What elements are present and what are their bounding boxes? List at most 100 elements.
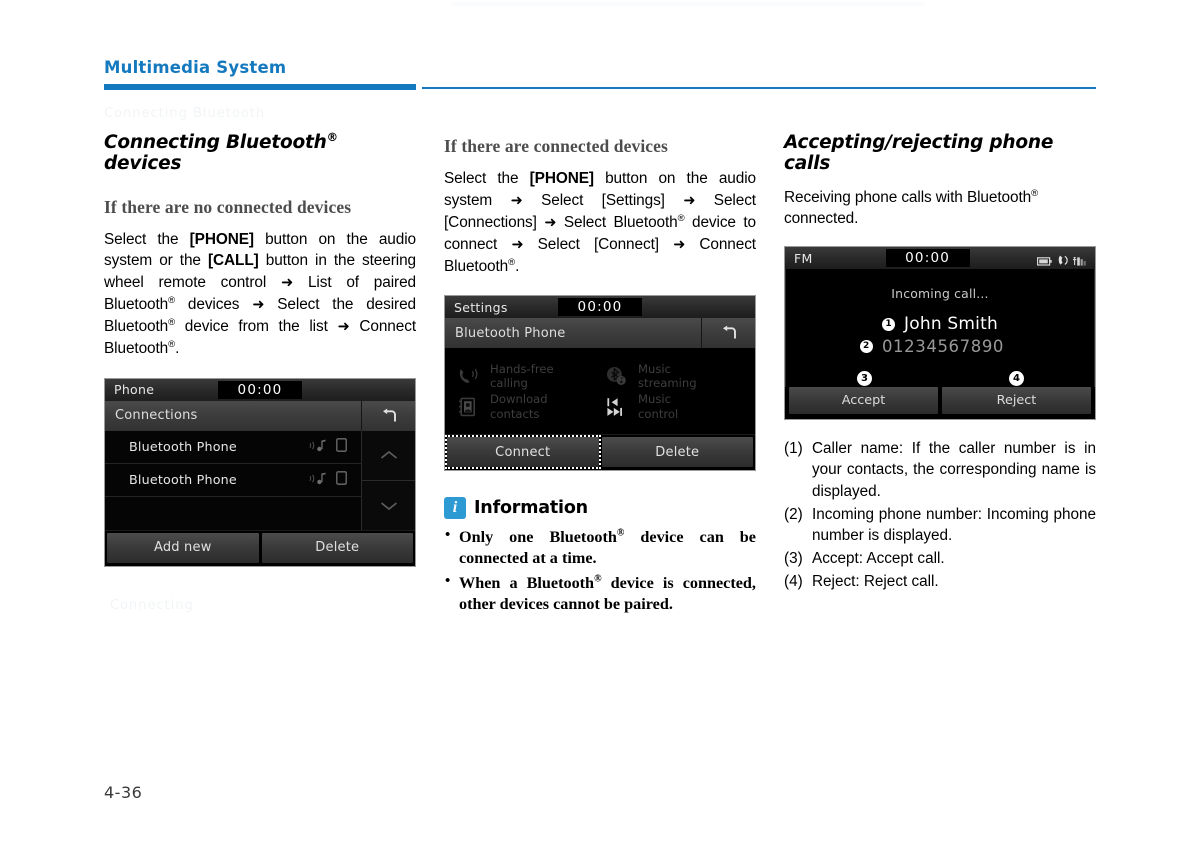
legend-text: Accept: Accept call. <box>812 549 945 567</box>
feature-label-line1: Download <box>490 392 548 407</box>
registered-mark: ® <box>677 212 685 224</box>
list-item-label: Bluetooth Phone <box>129 439 237 455</box>
list-item-icons <box>309 470 361 489</box>
legend-marker: (1) <box>784 440 803 458</box>
info-icon: i <box>444 497 466 520</box>
bluetooth-feature-grid: Hands-free calling Music streaming Downl… <box>445 348 755 435</box>
arrow-icon: ➜ <box>252 296 265 314</box>
list-item: (2) Incoming phone number: Incoming phon… <box>784 504 1096 546</box>
section-title-suffix: devices <box>104 153 182 175</box>
arrow-icon: ➜ <box>337 318 350 336</box>
page-number: 4-36 <box>104 783 143 802</box>
section-title-connecting-bluetooth: Connecting Bluetooth® devices <box>104 131 416 175</box>
chevron-down-icon[interactable] <box>362 481 415 530</box>
legend-text: Reject: Reject call. <box>812 572 939 590</box>
manual-page: Multimedia System Connecting Bluetooth C… <box>0 0 1200 861</box>
text-run: Only one Bluetooth <box>459 528 617 547</box>
list-item[interactable] <box>105 496 361 530</box>
phone-handset-icon <box>1057 251 1068 270</box>
device-icon <box>336 470 347 489</box>
column-left: Connecting Bluetooth® devices If there a… <box>104 131 416 567</box>
feature-download-contacts: Download contacts <box>455 392 603 421</box>
delete-button[interactable]: Delete <box>261 532 413 563</box>
feature-label-line1: Music <box>638 392 671 407</box>
arrow-icon: ➜ <box>280 274 294 292</box>
contacts-download-icon <box>455 397 481 417</box>
list-item[interactable]: Bluetooth Phone <box>105 463 361 497</box>
list-item: (3) Accept: Accept call. <box>784 548 1096 569</box>
paragraph-receiving-calls: Receiving phone calls with Bluetooth® co… <box>784 187 1096 231</box>
device-button-bar: Add new Delete <box>105 529 415 566</box>
callout-marker-2: 2 <box>859 340 873 354</box>
key-call-button: [CALL] <box>207 252 259 270</box>
text-run: Select the <box>444 170 530 187</box>
arrow-icon: ➜ <box>544 213 557 231</box>
device-button-bar: Connect Delete <box>445 434 755 471</box>
call-status-text: Incoming call... <box>891 286 989 302</box>
paragraph-no-connected-devices: Select the [PHONE] button on the audio s… <box>104 229 416 360</box>
list-scrollbar[interactable] <box>362 430 415 530</box>
text-run: Select [Settings] <box>522 191 684 209</box>
device-icon <box>336 437 347 456</box>
device-mode-label: Settings <box>454 299 508 315</box>
add-new-button[interactable]: Add new <box>107 532 259 563</box>
text-run: Select [Connect] <box>523 235 674 253</box>
list-item-label: Bluetooth Phone <box>129 472 237 488</box>
signal-bars-icon <box>1072 251 1088 270</box>
feature-label-line2: control <box>638 406 679 421</box>
back-arrow-icon[interactable] <box>702 318 755 349</box>
callout-marker-1: 1 <box>882 317 896 331</box>
scan-artifact <box>452 2 924 6</box>
section-title-accepting-rejecting: Accepting/rejecting phone calls <box>784 132 1054 175</box>
delete-button[interactable]: Delete <box>601 437 753 468</box>
caller-name: John Smith <box>904 314 998 335</box>
arrow-icon: ➜ <box>510 191 523 209</box>
device-screen-title: Connections <box>105 400 362 431</box>
legend-marker: (2) <box>784 505 803 523</box>
connections-list: Bluetooth Phone Bluetooth Phone <box>105 430 362 530</box>
back-arrow-icon[interactable] <box>362 400 415 431</box>
caller-name-row: 1 John Smith <box>786 314 1094 334</box>
feature-label-line2: calling <box>490 376 528 391</box>
page-running-title: Multimedia System <box>104 58 287 77</box>
list-item-icons <box>309 437 361 456</box>
list-item: Only one Bluetooth® device can be connec… <box>444 526 756 569</box>
feature-label-line1: Music <box>638 362 671 377</box>
device-status-icons <box>1037 251 1088 270</box>
chevron-up-icon[interactable] <box>362 431 415 481</box>
list-item[interactable]: Bluetooth Phone <box>105 430 361 464</box>
section-title-text: Connecting Bluetooth <box>104 132 327 153</box>
feature-label-line1: Hands-free <box>490 362 554 377</box>
feature-label-line2: contacts <box>490 406 540 421</box>
header-rule-line <box>422 87 1096 89</box>
list-item: When a Bluetooth® device is connected, o… <box>444 571 756 615</box>
bluetooth-music-icon <box>603 366 629 386</box>
device-clock: 00:00 <box>218 380 302 399</box>
caller-number: 01234567890 <box>881 337 1005 357</box>
connect-button[interactable]: Connect <box>445 435 600 470</box>
key-phone-button: [PHONE] <box>529 170 594 187</box>
text-run: . <box>515 257 520 275</box>
text-run: device from the list <box>175 318 338 336</box>
ghost-text-top: Connecting Bluetooth <box>104 106 266 121</box>
track-skip-icon <box>603 396 629 418</box>
legend-text: Caller name: If the caller number is in … <box>812 440 1096 500</box>
feature-label: Download contacts <box>490 392 548 420</box>
device-status-bar: FM 00:00 <box>785 247 1095 270</box>
feature-music-streaming: Music streaming <box>603 362 751 390</box>
subheading-connected-devices: If there are connected devices <box>444 136 668 156</box>
text-run: connected. <box>784 210 859 228</box>
device-list-area: Bluetooth Phone Bluetooth Phone <box>105 430 415 530</box>
accept-call-button[interactable]: Accept <box>789 387 938 415</box>
feature-hands-free-calling: Hands-free calling <box>455 362 603 390</box>
device-clock: 00:00 <box>885 249 970 268</box>
reject-call-button[interactable]: Reject <box>942 387 1091 415</box>
text-run: Receiving phone calls with Bluetooth <box>784 188 1032 206</box>
arrow-icon: ➜ <box>511 235 524 253</box>
subheading-no-connected-devices: If there are no connected devices <box>104 196 352 217</box>
device-mode-label: FM <box>794 250 813 266</box>
bluetooth-audio-icon <box>309 437 327 456</box>
incoming-call-area: Incoming call... 1 John Smith 2 01234567… <box>785 269 1095 388</box>
arrow-icon: ➜ <box>673 235 686 253</box>
registered-mark: ® <box>1031 187 1039 199</box>
